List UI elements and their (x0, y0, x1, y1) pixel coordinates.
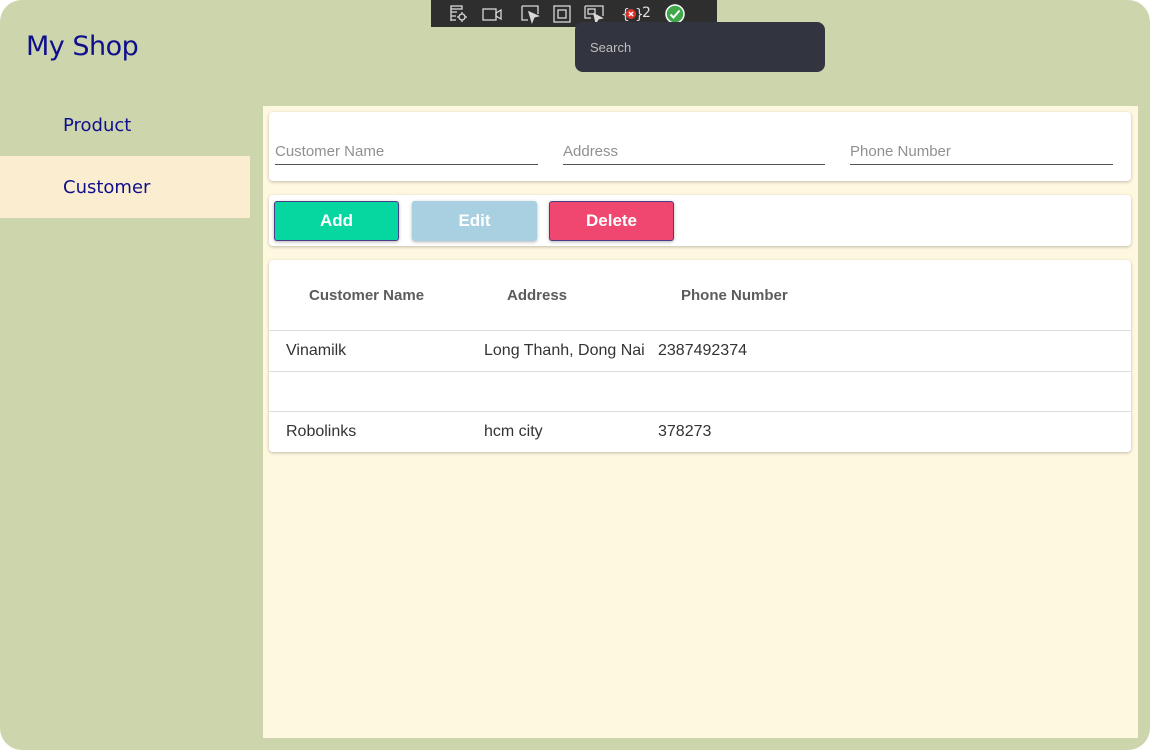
sidebar-item-label: Product (63, 114, 132, 136)
live-visual-tree-icon[interactable] (448, 4, 470, 24)
toolbar-search-input[interactable] (588, 38, 812, 56)
main-content: Add Edit Delete Customer Name Address Ph… (263, 106, 1138, 738)
address-input[interactable] (563, 138, 825, 164)
sidebar-item-product[interactable]: Product (0, 94, 250, 156)
column-header-address[interactable]: Address (507, 287, 567, 304)
cell-phone-number: 2387492374 (658, 342, 747, 359)
record-icon[interactable] (481, 4, 503, 24)
select-element-icon[interactable] (519, 4, 541, 24)
delete-button[interactable]: Delete (549, 201, 674, 241)
display-layout-adorners-icon[interactable] (551, 4, 573, 24)
table-row[interactable] (269, 371, 1131, 412)
app-window: My Shop Product Customer Add Edit Delete (0, 0, 1150, 750)
hot-reload-ok-icon[interactable] (664, 4, 686, 24)
cell-customer-name: Robolinks (286, 423, 357, 440)
column-header-customer-name[interactable]: Customer Name (309, 287, 424, 304)
cell-address: hcm city (484, 423, 543, 440)
column-header-phone-number[interactable]: Phone Number (681, 287, 788, 304)
add-button[interactable]: Add (274, 201, 399, 241)
toolbar-search-box[interactable] (575, 22, 825, 72)
phone-number-field[interactable] (850, 138, 1113, 165)
edit-button[interactable]: Edit (412, 201, 537, 241)
svg-text:}: } (635, 7, 642, 23)
sidebar-item-label: Customer (63, 176, 151, 198)
cell-phone-number: 378273 (658, 423, 712, 440)
customer-form-card (269, 112, 1131, 181)
sidebar-item-customer[interactable]: Customer (0, 156, 250, 218)
table-row[interactable]: Vinamilk Long Thanh, Dong Nai 2387492374 (269, 330, 1131, 371)
customer-table: Customer Name Address Phone Number Vinam… (269, 260, 1131, 452)
address-field[interactable] (563, 138, 825, 165)
phone-number-input[interactable] (850, 138, 1113, 164)
cell-address: Long Thanh, Dong Nai (484, 342, 645, 359)
app-title: My Shop (26, 31, 139, 62)
customer-name-input[interactable] (275, 138, 538, 164)
customer-name-field[interactable] (275, 138, 538, 165)
cell-customer-name: Vinamilk (286, 342, 347, 359)
track-focused-element-icon[interactable] (583, 4, 605, 24)
actions-card: Add Edit Delete (269, 195, 1131, 246)
table-row[interactable]: Robolinks hcm city 378273 (269, 411, 1131, 452)
binding-failures-icon[interactable]: { } (620, 4, 642, 24)
binding-failures-count: 2 (642, 5, 651, 21)
